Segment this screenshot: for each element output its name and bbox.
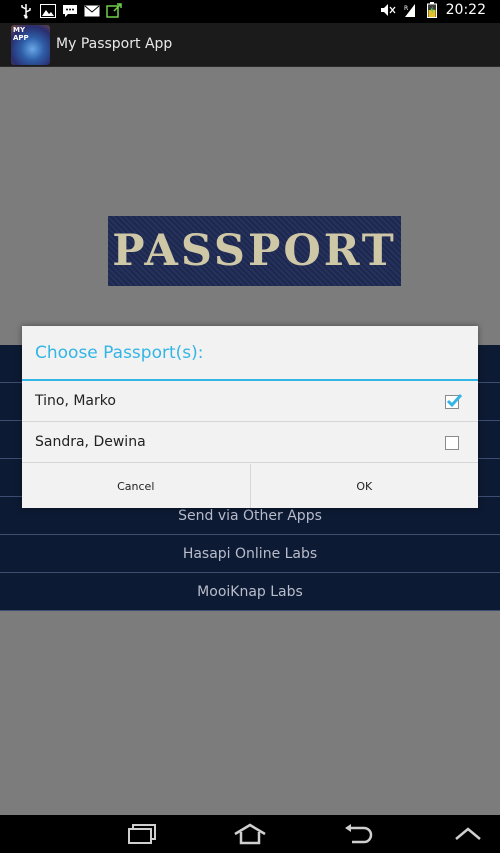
passport-option-tino-marko[interactable]: Tino, Marko: [22, 382, 478, 422]
usb-icon: [18, 3, 34, 19]
battery-icon: [424, 2, 440, 18]
chat-icon: [62, 3, 78, 19]
dialog-title: Choose Passport(s):: [35, 343, 204, 363]
menu-item-label: Send via Other Apps: [178, 507, 322, 524]
menu-item-label: MooiKnap Labs: [197, 583, 303, 600]
checkbox-checked[interactable]: [445, 393, 463, 409]
checkmark-icon: [446, 393, 463, 408]
cancel-button[interactable]: Cancel: [22, 464, 250, 508]
sync-icon: [106, 3, 122, 19]
menu-item-label: Hasapi Online Labs: [182, 545, 318, 562]
passport-option-label: Sandra, Dewina: [35, 434, 146, 450]
ok-button[interactable]: OK: [249, 464, 479, 508]
menu-up-icon[interactable]: [450, 821, 486, 847]
status-bar: R 20:22: [0, 0, 500, 23]
svg-text:R: R: [404, 5, 408, 12]
app-title: My Passport App: [56, 36, 173, 52]
signal-icon: R: [402, 2, 418, 18]
system-status-icons: R 20:22: [380, 2, 486, 18]
menu-item-hasapi-online-labs[interactable]: Hasapi Online Labs: [0, 535, 500, 573]
passport-option-sandra-dewina[interactable]: Sandra, Dewina: [22, 423, 478, 463]
navigation-bar: [0, 815, 500, 853]
passport-banner-text: PASSPORT: [112, 226, 397, 276]
recent-apps-icon[interactable]: [124, 821, 160, 847]
mute-icon: [380, 2, 396, 18]
image-icon: [40, 3, 56, 19]
choose-passport-dialog: Choose Passport(s): Tino, Marko Sandra, …: [22, 326, 478, 508]
back-icon[interactable]: [340, 821, 376, 847]
app-icon[interactable]: MY APP: [11, 25, 50, 65]
menu-item-mooiknap-labs[interactable]: MooiKnap Labs: [0, 573, 500, 611]
checkbox-unchecked[interactable]: [445, 436, 459, 450]
notification-icons: [18, 3, 122, 19]
action-bar: MY APP My Passport App: [0, 23, 500, 67]
clock: 20:22: [445, 2, 486, 18]
home-icon[interactable]: [232, 821, 268, 847]
dialog-button-bar: Cancel OK: [22, 464, 478, 508]
dialog-header: Choose Passport(s):: [22, 326, 478, 381]
passport-option-label: Tino, Marko: [35, 393, 116, 409]
passport-banner: PASSPORT: [108, 216, 401, 286]
app-icon-label: MY APP: [13, 26, 29, 42]
mail-icon: [84, 3, 100, 19]
